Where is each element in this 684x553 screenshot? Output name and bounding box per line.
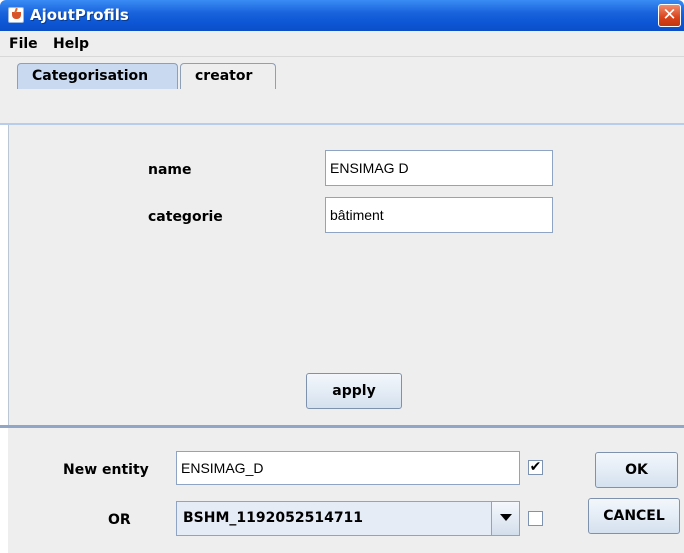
categorie-input[interactable]: bâtiment [325, 197, 553, 233]
ok-button[interactable]: OK [595, 452, 678, 488]
menu-bar: File Help [0, 31, 684, 57]
categorisation-panel: name ENSIMAG D categorie bâtiment apply [8, 125, 684, 425]
name-label: name [148, 162, 192, 178]
cancel-button[interactable]: CANCEL [588, 498, 680, 534]
new-entity-label: New entity [63, 462, 149, 478]
chevron-down-icon[interactable] [491, 502, 519, 535]
tab-creator[interactable]: creator [180, 63, 276, 89]
or-checkbox[interactable] [528, 511, 543, 526]
java-app-icon [8, 7, 24, 23]
or-label: OR [108, 512, 131, 528]
tab-strip: Categorisation creator [0, 57, 684, 125]
new-entity-checkbox[interactable]: ✔ [528, 460, 543, 475]
apply-button[interactable]: apply [306, 373, 402, 409]
entity-combo-box[interactable]: BSHM_1192052514711 [176, 501, 520, 536]
menu-file[interactable]: File [9, 36, 38, 52]
bottom-panel: New entity ENSIMAG_D ✔ OK OR BSHM_119205… [8, 428, 684, 553]
tab-categorisation[interactable]: Categorisation [17, 63, 178, 89]
close-window-button[interactable]: ✕ [658, 4, 681, 27]
menu-help[interactable]: Help [53, 36, 89, 52]
name-input[interactable]: ENSIMAG D [325, 150, 553, 186]
combo-selected-value: BSHM_1192052514711 [183, 510, 364, 526]
categorie-label: categorie [148, 209, 223, 225]
new-entity-input[interactable]: ENSIMAG_D [176, 451, 520, 485]
title-bar: AjoutProfils ✕ [0, 0, 684, 31]
window-title: AjoutProfils [30, 6, 129, 24]
